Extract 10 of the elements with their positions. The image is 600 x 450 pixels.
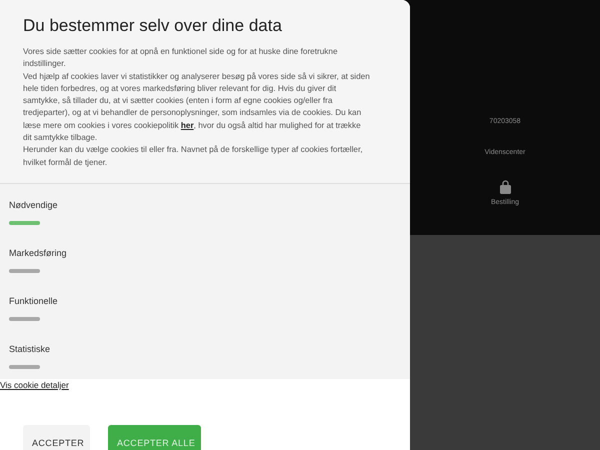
accept-button[interactable]: ACCEPTER [23, 424, 90, 450]
category-label: Nødvendige [9, 200, 58, 210]
category-label: Funktionelle [9, 296, 58, 306]
dialog-title: Du bestemmer selv over dine data [23, 16, 283, 36]
consent-paragraph: Vores side sætter cookies for at opnå en funktionel side og for at huske dine foretrukne indstillinger. [23, 46, 338, 70]
category-label: Statistiske [9, 344, 50, 354]
consent-paragraph: Herunder kan du vælge cookies til eller fra. Navnet på de forskellige typer af cookies fortæller, hvilket formål de tjener. [23, 144, 364, 169]
consent-paragraph: Ved hjælp af cookies laver vi statistikker og analyserer besøg på vores side så vi sikrer, at siden hele tiden forbedres, og at vores markedsføring bliver relevant for dig. Hvis du giver dit samtykke, så tillader du, at vi sætter cookies (enten i form af egne cookies og/eller fra tredjeparter), og at vi behandler de personoplysninger, som indsamles via de cookies. Du kan læse mere om cookies i vores cookiepolitik her, hvor du også altid har mulighed for at trække dit samtykke tilbage. [23, 70, 370, 144]
cookie-details-link[interactable]: Vis cookie detaljer [0, 380, 69, 390]
category-label: Markedsføring [9, 248, 67, 258]
